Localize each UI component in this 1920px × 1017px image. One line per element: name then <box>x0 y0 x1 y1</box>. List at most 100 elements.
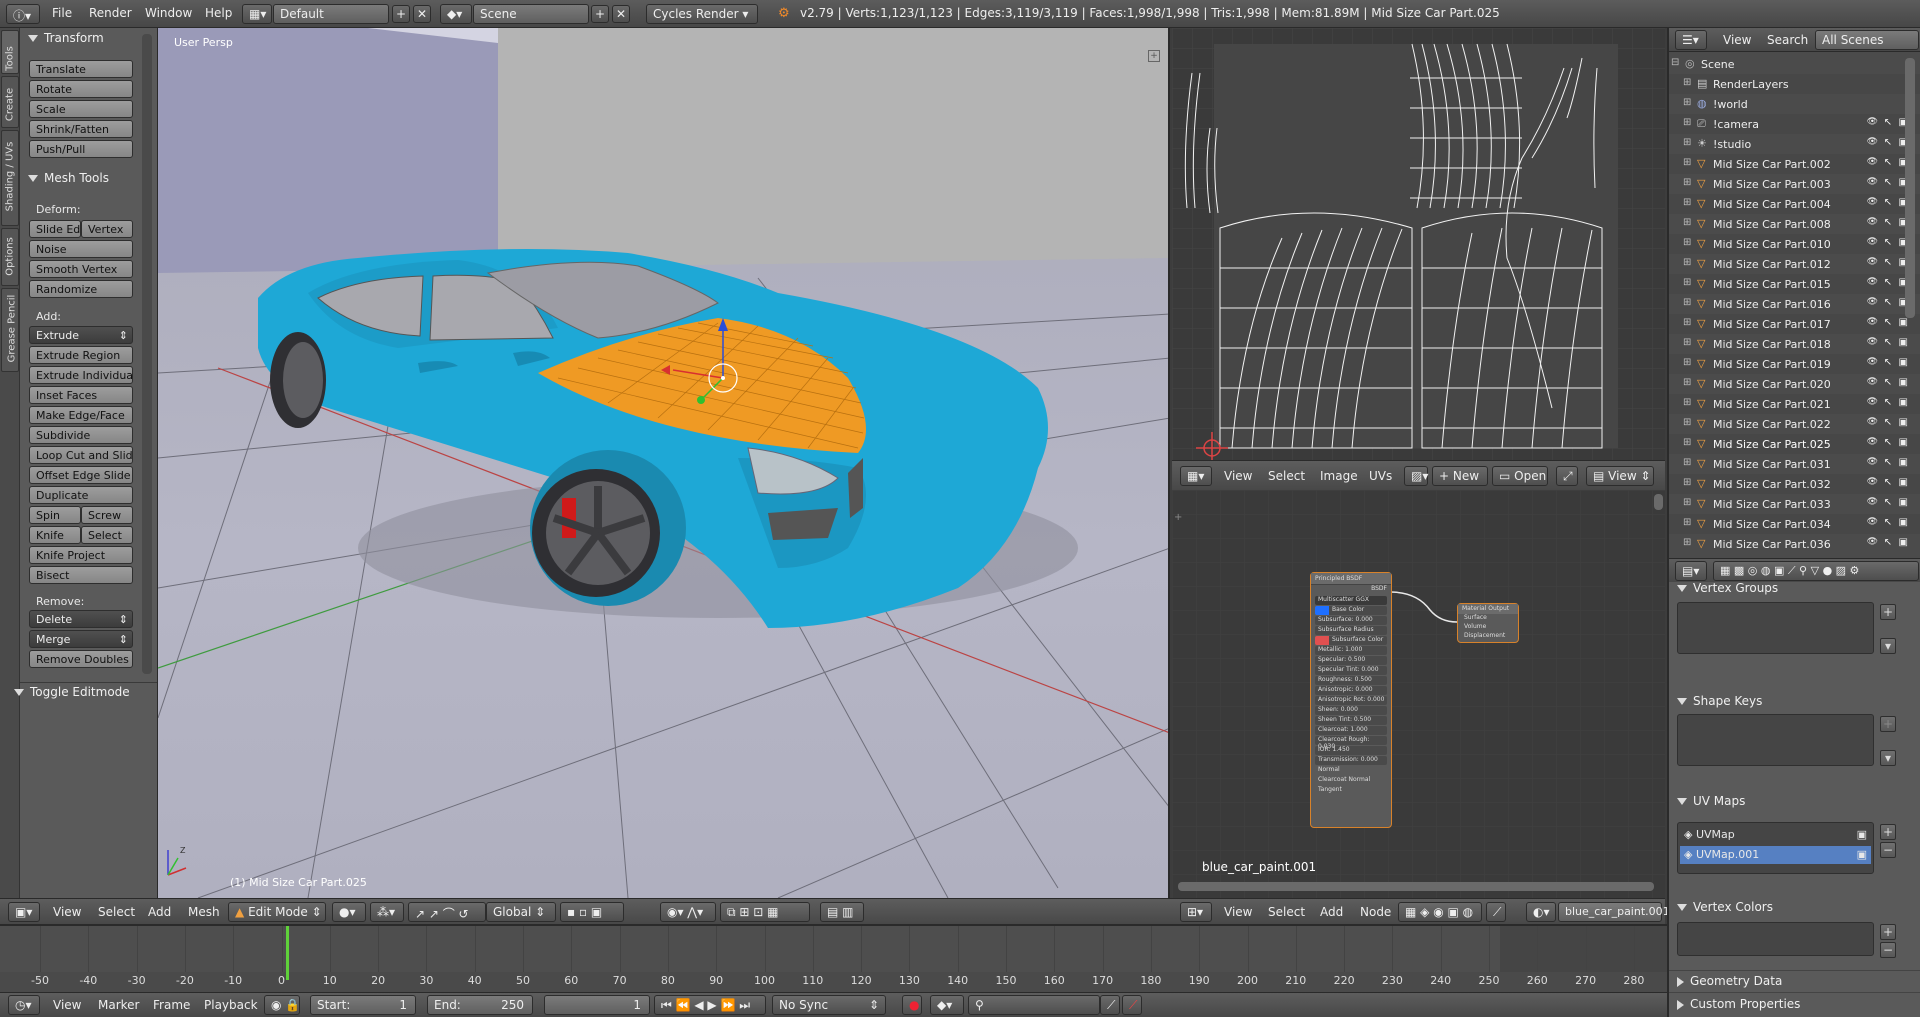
uv-map-item-selected[interactable]: ◈ UVMap.001 ▣ <box>1680 846 1871 864</box>
renderable-camera-icon[interactable]: ▣ <box>1899 497 1908 508</box>
transform-panel-header[interactable]: Transform <box>28 31 104 45</box>
outliner-row[interactable]: ⊞ ▽ Mid Size Car Part.025 👁 ↖ ▣ <box>1669 434 1920 454</box>
outliner-row[interactable]: ⊞ ▽ Mid Size Car Part.033 👁 ↖ ▣ <box>1669 494 1920 514</box>
selectable-cursor-icon[interactable]: ↖ <box>1884 197 1892 208</box>
expand-toggle-icon[interactable]: ⊞ <box>1683 397 1691 408</box>
outliner-row[interactable]: ⊞ ⎚ !camera 👁 ↖ ▣ <box>1669 114 1920 134</box>
shape-keys-header[interactable]: Shape Keys <box>1677 694 1762 708</box>
selectable-cursor-icon[interactable]: ↖ <box>1884 217 1892 228</box>
outliner-row[interactable]: ⊞ ▽ Mid Size Car Part.017 👁 ↖ ▣ <box>1669 314 1920 334</box>
principled-bsdf-node[interactable]: Principled BSDF BSDF Multiscatter GGX Ba… <box>1310 572 1392 828</box>
properties-context-tabs[interactable]: ▦ ▩ ◎ ◍ ▣ ⟋ ⚲ ▽ ● ▨ ⚙ <box>1713 561 1919 581</box>
slide-edge-button[interactable]: Slide Ed <box>29 220 81 238</box>
bsdf-input-row[interactable]: Sheen Tint: 0.500 <box>1315 716 1387 725</box>
vertex-groups-header[interactable]: Vertex Groups <box>1677 581 1778 595</box>
inset-faces-button[interactable]: Inset Faces <box>29 386 133 404</box>
renderable-camera-icon[interactable]: ▣ <box>1899 337 1908 348</box>
outliner-row[interactable]: ⊞ ◍ !world <box>1669 94 1920 114</box>
renderable-camera-icon[interactable]: ▣ <box>1899 477 1908 488</box>
snap-buttons[interactable]: ⧉ ⊞ ⊡ ▦ <box>720 902 810 922</box>
bsdf-input-row[interactable]: Subsurface Color <box>1315 636 1387 645</box>
visibility-eye-icon[interactable]: 👁 <box>1867 317 1878 327</box>
menu-uv-view[interactable]: View <box>1224 469 1252 483</box>
remove-scene-icon[interactable]: ✕ <box>612 5 630 23</box>
selectable-cursor-icon[interactable]: ↖ <box>1884 437 1892 448</box>
expand-toggle-icon[interactable]: ⊞ <box>1683 497 1691 508</box>
node-editor-hscrollbar[interactable] <box>1178 882 1654 891</box>
menu-window[interactable]: Window <box>145 6 192 20</box>
subdivide-button[interactable]: Subdivide <box>29 426 133 444</box>
editor-type-uv-button[interactable]: ▦▾ <box>1180 466 1212 486</box>
expand-toggle-icon[interactable]: ⊞ <box>1683 357 1691 368</box>
renderable-camera-icon[interactable]: ▣ <box>1899 317 1908 328</box>
properties-toggle-icon[interactable]: + <box>1148 50 1160 62</box>
tool-shelf-scrollbar[interactable] <box>142 34 152 674</box>
selectable-cursor-icon[interactable]: ↖ <box>1884 337 1892 348</box>
visibility-eye-icon[interactable]: 👁 <box>1867 477 1878 487</box>
layout-name-field[interactable]: Default <box>273 4 389 24</box>
expand-toggle-icon[interactable]: ⊞ <box>1683 517 1691 528</box>
screw-button[interactable]: Screw <box>81 506 133 524</box>
bsdf-input-row[interactable]: Metallic: 1.000 <box>1315 646 1387 655</box>
slide-vertex-button[interactable]: Vertex <box>81 220 133 238</box>
selectable-cursor-icon[interactable]: ↖ <box>1884 137 1892 148</box>
editor-type-node-button[interactable]: ⊞▾ <box>1180 902 1212 922</box>
offset-edge-slide-button[interactable]: Offset Edge Slide <box>29 466 133 484</box>
knife-project-button[interactable]: Knife Project <box>29 546 133 564</box>
keying-buttons[interactable]: ◉ 🔒 <box>264 995 300 1015</box>
bsdf-input-row[interactable]: Specular: 0.500 <box>1315 656 1387 665</box>
extrude-individual-button[interactable]: Extrude Individual <box>29 366 133 384</box>
mesh-tools-panel-header[interactable]: Mesh Tools <box>28 171 109 185</box>
record-icon[interactable]: ● <box>902 995 922 1015</box>
bsdf-input-row[interactable]: Anisotropic Rot: 0.000 <box>1315 696 1387 705</box>
bsdf-input-row[interactable]: Normal <box>1315 766 1387 775</box>
selectable-cursor-icon[interactable]: ↖ <box>1884 297 1892 308</box>
selectable-cursor-icon[interactable]: ↖ <box>1884 317 1892 328</box>
outliner-row[interactable]: ⊞ ▽ Mid Size Car Part.003 👁 ↖ ▣ <box>1669 174 1920 194</box>
outliner-row[interactable]: ⊞ ▽ Mid Size Car Part.021 👁 ↖ ▣ <box>1669 394 1920 414</box>
selectable-cursor-icon[interactable]: ↖ <box>1884 377 1892 388</box>
menu-node-view[interactable]: View <box>1224 905 1252 919</box>
menu-outliner-search[interactable]: Search <box>1767 33 1808 47</box>
expand-toggle-icon[interactable]: ⊞ <box>1683 417 1691 428</box>
playback-controls[interactable]: ⏮ ⏪ ◀ ▶ ⏩ ⏭ <box>654 995 766 1015</box>
insert-keyframe-icon[interactable]: ⟋ <box>1100 995 1120 1015</box>
tab-options[interactable]: Options <box>1 228 19 286</box>
display-mode-select[interactable]: All Scenes <box>1815 30 1919 50</box>
image-browse-button[interactable]: ▨▾ <box>1404 466 1428 486</box>
uv-maps-list[interactable]: ◈ UVMap ▣ ◈ UVMap.001 ▣ <box>1677 822 1874 874</box>
loop-cut-slide-button[interactable]: Loop Cut and Slide <box>29 446 133 464</box>
end-frame-field[interactable]: End: 250 <box>427 995 533 1015</box>
expand-toggle-icon[interactable]: ⊞ <box>1683 277 1691 288</box>
outliner-scene-row[interactable]: ⊟ ◎ Scene <box>1669 54 1920 74</box>
open-image-button[interactable]: ▭ Open <box>1492 466 1548 486</box>
keying-set-select[interactable]: ◆▾ <box>930 995 964 1015</box>
remove-vertex-color-icon[interactable]: − <box>1880 942 1896 958</box>
expand-toggle-icon[interactable]: ⊞ <box>1683 117 1691 128</box>
mode-select[interactable]: ▲ Edit Mode ⇕ <box>228 902 326 922</box>
scene-name-field[interactable]: Scene <box>473 4 589 24</box>
tab-shading-uvs[interactable]: Shading / UVs <box>1 130 19 226</box>
menu-marker[interactable]: Marker <box>98 998 139 1012</box>
tab-tools[interactable]: Tools <box>1 30 19 74</box>
expand-toggle-icon[interactable]: ⊞ <box>1683 437 1691 448</box>
shape-key-menu-icon[interactable]: ▾ <box>1880 750 1896 766</box>
bsdf-input-row[interactable]: Clearcoat Rough: 0.030 <box>1315 736 1387 750</box>
distribution-select[interactable]: Multiscatter GGX <box>1315 596 1387 605</box>
extrude-dropdown[interactable]: Extrude ⇕ <box>29 326 133 344</box>
selectable-cursor-icon[interactable]: ↖ <box>1884 497 1892 508</box>
selectable-cursor-icon[interactable]: ↖ <box>1884 417 1892 428</box>
outliner-row[interactable]: ⊞ ▽ Mid Size Car Part.002 👁 ↖ ▣ <box>1669 154 1920 174</box>
expand-toggle-icon[interactable]: ⊞ <box>1683 257 1691 268</box>
selectable-cursor-icon[interactable]: ↖ <box>1884 537 1892 548</box>
outliner-row[interactable]: ⊞ ▽ Mid Size Car Part.032 👁 ↖ ▣ <box>1669 474 1920 494</box>
active-keying-set-field[interactable]: ⚲ <box>968 995 1100 1015</box>
vertex-groups-list[interactable] <box>1677 602 1874 654</box>
bsdf-input-row[interactable]: Specular Tint: 0.000 <box>1315 666 1387 675</box>
visibility-eye-icon[interactable]: 👁 <box>1867 377 1878 387</box>
visibility-eye-icon[interactable]: 👁 <box>1867 537 1878 547</box>
uv-map-item[interactable]: ◈ UVMap ▣ <box>1680 826 1871 844</box>
rotate-button[interactable]: Rotate <box>29 80 133 98</box>
tab-create[interactable]: Create <box>1 76 19 128</box>
current-frame-indicator[interactable] <box>286 926 289 980</box>
